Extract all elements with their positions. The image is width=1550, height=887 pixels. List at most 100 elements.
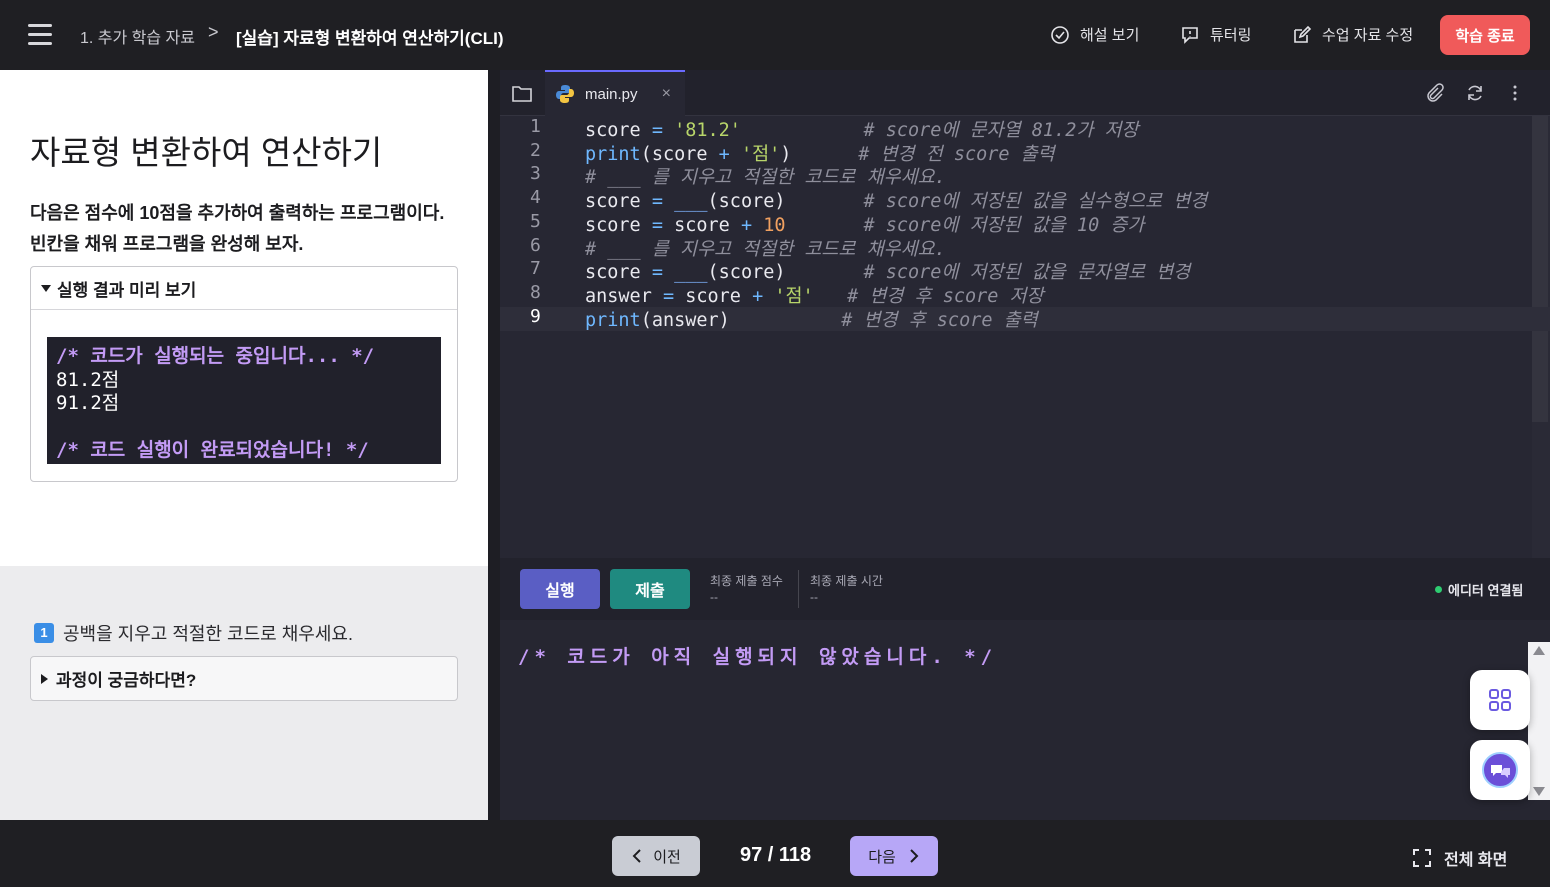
folder-icon[interactable] xyxy=(512,84,532,102)
code-token: # score에 문자열 81.2가 저장 xyxy=(863,120,1139,141)
end-lesson-button[interactable]: 학습 종료 xyxy=(1440,15,1530,55)
code-token: score xyxy=(674,285,753,307)
output-console: /* 코드가 아직 실행되지 않았습니다. */ xyxy=(500,620,1550,820)
code-line[interactable]: answer = score + '점' # 변경 후 score 저장 xyxy=(585,282,1044,308)
next-button[interactable]: 다음 xyxy=(850,836,938,876)
breadcrumb-separator: > xyxy=(208,22,219,42)
fullscreen-label: 전체 화면 xyxy=(1444,852,1508,869)
lesson-panel: 자료형 변환하여 연산하기 다음은 점수에 10점을 추가하여 출력하는 프로그… xyxy=(0,70,488,820)
code-token: score xyxy=(585,214,652,236)
code-token: (score) xyxy=(707,262,864,284)
code-token: score xyxy=(585,262,652,284)
line-number: 5 xyxy=(530,210,541,232)
status-label: 에디터 연결됨 xyxy=(1448,583,1524,598)
tutoring-button[interactable]: 튜터링 xyxy=(1180,24,1251,45)
editor-scrollbar-thumb[interactable] xyxy=(1532,116,1548,422)
edit-material-label: 수업 자료 수정 xyxy=(1322,27,1414,44)
code-line[interactable]: score = '81.2' # score에 문자열 81.2가 저장 xyxy=(585,116,1139,142)
code-token: + xyxy=(740,214,753,236)
more-vertical-icon[interactable] xyxy=(1505,83,1525,103)
code-line[interactable]: print(score + '점') # 변경 전 score 출력 xyxy=(585,140,1055,166)
code-line[interactable]: print(answer) # 변경 후 score 출력 xyxy=(585,306,1038,332)
code-token: print xyxy=(585,143,641,165)
line-number: 6 xyxy=(530,234,541,256)
submit-button[interactable]: 제출 xyxy=(610,569,690,609)
solution-button[interactable]: 해설 보기 xyxy=(1050,24,1139,45)
code-line[interactable]: score = ___(score) # score에 저장된 값을 실수형으로… xyxy=(585,187,1207,213)
preview-toggle[interactable]: 실행 결과 미리 보기 xyxy=(31,267,457,310)
refresh-icon[interactable] xyxy=(1465,83,1485,103)
console-scrollbar[interactable] xyxy=(1528,642,1550,800)
next-label: 다음 xyxy=(868,848,896,866)
close-icon[interactable]: × xyxy=(662,85,671,103)
scroll-down-icon[interactable] xyxy=(1533,787,1545,796)
line-number: 8 xyxy=(530,281,541,303)
last-score-label: 최종 제출 점수 xyxy=(710,574,783,588)
code-token: # score에 저장된 값을 문자열로 변경 xyxy=(863,262,1191,284)
code-token: 10 xyxy=(763,214,786,236)
check-circle-icon xyxy=(1051,25,1069,44)
scroll-up-icon[interactable] xyxy=(1533,646,1545,655)
prev-button[interactable]: 이전 xyxy=(612,836,700,876)
fullscreen-button[interactable]: 전체 화면 xyxy=(1412,846,1507,870)
code-token: score xyxy=(585,120,652,141)
code-token: '점' xyxy=(740,143,781,165)
fullscreen-icon xyxy=(1413,849,1431,867)
chevron-right-icon xyxy=(910,849,919,863)
grid-icon xyxy=(1489,689,1511,711)
process-toggle[interactable]: 과정이 궁금하다면? xyxy=(30,656,458,701)
code-token: score xyxy=(585,191,652,213)
step-instruction: 1 공백을 지우고 적절한 코드로 채우세요. xyxy=(34,620,353,646)
code-token: = xyxy=(651,191,663,213)
status-dot-icon xyxy=(1435,586,1442,593)
code-token: = xyxy=(651,214,663,236)
python-icon xyxy=(556,85,574,103)
step-number-badge: 1 xyxy=(34,623,54,643)
solution-label: 해설 보기 xyxy=(1080,27,1140,44)
code-line[interactable]: score = score + 10 # score에 저장된 값을 10 증가 xyxy=(585,211,1144,237)
chevron-left-icon xyxy=(632,849,641,863)
preview-line: /* 코드가 실행되는 중입니다... */ xyxy=(56,345,375,367)
step-text: 공백을 지우고 적절한 코드로 채우세요. xyxy=(63,624,353,644)
console-message: /* 코드가 아직 실행되지 않았습니다. */ xyxy=(518,646,998,668)
connection-status: 에디터 연결됨 xyxy=(1435,580,1523,599)
chat-button[interactable] xyxy=(1470,740,1530,800)
lesson-content: 자료형 변환하여 연산하기 다음은 점수에 10점을 추가하여 출력하는 프로그… xyxy=(0,70,488,566)
page-title: 자료형 변환하여 연산하기 xyxy=(30,134,383,171)
menu-icon[interactable] xyxy=(28,24,52,46)
code-token: = xyxy=(651,120,663,141)
code-line[interactable]: # ___ 를 지우고 적절한 코드로 채우세요. xyxy=(585,163,946,189)
code-token: answer xyxy=(585,285,663,307)
preview-panel: 실행 결과 미리 보기 /* 코드가 실행되는 중입니다... */81.2점 9… xyxy=(30,266,458,482)
tutoring-label: 튜터링 xyxy=(1210,27,1252,44)
code-line[interactable]: # ___ 를 지우고 적절한 코드로 채우세요. xyxy=(585,235,946,261)
code-token: + xyxy=(718,143,730,165)
page-indicator: 97 / 118 xyxy=(740,844,812,866)
tab-main-py[interactable]: main.py × xyxy=(545,70,685,116)
code-token: # 변경 후 score 출력 xyxy=(841,309,1038,331)
preview-label: 실행 결과 미리 보기 xyxy=(57,280,197,300)
divider xyxy=(798,570,799,608)
preview-line xyxy=(56,416,432,440)
code-token: (score xyxy=(640,143,719,165)
line-number: 1 xyxy=(530,116,541,137)
footer-nav: 이전 97 / 118 다음 전체 화면 xyxy=(0,820,1550,887)
caret-down-icon xyxy=(41,284,51,292)
code-token: = xyxy=(662,285,675,307)
chat-bubble-icon xyxy=(1182,26,1198,44)
apps-button[interactable] xyxy=(1470,670,1530,730)
breadcrumb-parent[interactable]: 1. 추가 학습 자료 xyxy=(80,24,195,48)
line-number: 2 xyxy=(530,139,541,161)
code-token: '점' xyxy=(774,285,814,307)
edit-material-button[interactable]: 수업 자료 수정 xyxy=(1292,24,1413,45)
code-line[interactable]: score = ___(score) # score에 저장된 값을 문자열로 … xyxy=(585,258,1190,284)
code-token: score xyxy=(662,214,741,236)
code-token: (answer) xyxy=(640,309,842,331)
code-token: ) xyxy=(780,143,859,165)
run-button[interactable]: 실행 xyxy=(520,569,600,609)
paperclip-icon[interactable] xyxy=(1425,83,1445,103)
code-area[interactable]: 1 score = '81.2' # score에 문자열 81.2가 저장 2 pr… xyxy=(500,116,1550,558)
